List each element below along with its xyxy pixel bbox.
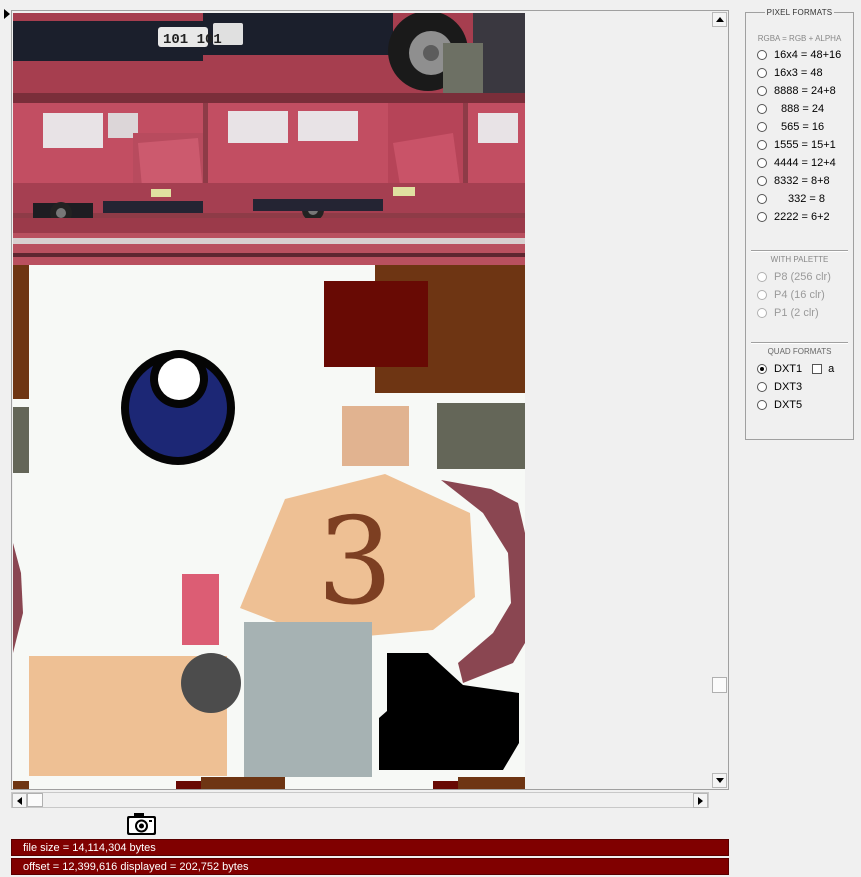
format-565[interactable]: 565 = 16	[757, 119, 824, 135]
rgba-caption: RGBA = RGB + ALPHA	[757, 34, 842, 43]
radio-icon	[757, 272, 767, 282]
format-2222[interactable]: 2222 = 6+2	[757, 209, 830, 225]
radio-icon	[757, 176, 767, 186]
format-888[interactable]: 888 = 24	[757, 101, 824, 117]
radio-selected-icon	[757, 364, 767, 374]
radio-icon	[757, 194, 767, 204]
format-1555[interactable]: 1555 = 15+1	[757, 137, 836, 153]
radio-icon	[757, 158, 767, 168]
format-332[interactable]: 332 = 8	[757, 191, 825, 207]
row-marker-icon	[4, 9, 10, 19]
horizontal-scrollbar[interactable]	[11, 792, 709, 808]
radio-icon	[757, 122, 767, 132]
palette-title: WITH PALETTE	[770, 255, 829, 264]
plate-text: 101 101	[163, 32, 222, 48]
radio-icon	[757, 382, 767, 392]
alpha-checkbox[interactable]	[812, 364, 823, 374]
format-panel: PIXEL FORMATS RGBA = RGB + ALPHA 16x4 = …	[745, 8, 854, 440]
arrow-right-icon	[698, 796, 703, 805]
format-4444[interactable]: 4444 = 12+4	[757, 155, 836, 171]
vertical-scroll-thumb[interactable]	[712, 677, 727, 693]
format-p1[interactable]: P1 (2 clr)	[757, 305, 819, 321]
format-p8[interactable]: P8 (256 clr)	[757, 269, 831, 285]
scroll-up-button[interactable]	[712, 12, 727, 27]
format-8888[interactable]: 8888 = 24+8	[757, 83, 836, 99]
scroll-down-button[interactable]	[712, 773, 727, 788]
arrow-up-icon	[715, 17, 724, 22]
radio-icon	[757, 68, 767, 78]
separator	[751, 250, 848, 252]
vertical-scrollbar[interactable]	[712, 12, 728, 788]
radio-icon	[757, 50, 767, 60]
format-dxt1[interactable]: DXT1 a	[757, 361, 834, 377]
scroll-left-button[interactable]	[12, 793, 27, 808]
car-texture-strip: 101 101	[13, 13, 525, 265]
radio-icon	[757, 212, 767, 222]
file-size-status: file size = 14,114,304 bytes	[11, 839, 729, 856]
texture-preview: 101 101 3	[13, 13, 525, 789]
scroll-right-button[interactable]	[693, 793, 708, 808]
radio-icon	[757, 290, 767, 300]
format-8332[interactable]: 8332 = 8+8	[757, 173, 830, 189]
format-16x3[interactable]: 16x3 = 48	[757, 65, 823, 81]
format-p4[interactable]: P4 (16 clr)	[757, 287, 825, 303]
pixel-formats-title: PIXEL FORMATS	[764, 8, 835, 17]
format-dxt3[interactable]: DXT3	[757, 379, 802, 395]
number-three: 3	[317, 493, 393, 632]
arrow-down-icon	[715, 778, 724, 783]
radio-icon	[757, 308, 767, 318]
radio-icon	[757, 86, 767, 96]
radio-icon	[757, 104, 767, 114]
arrow-left-icon	[17, 796, 22, 805]
radio-icon	[757, 400, 767, 410]
radio-icon	[757, 140, 767, 150]
offset-status: offset = 12,399,616 displayed = 202,752 …	[11, 858, 729, 875]
format-16x4[interactable]: 16x4 = 48+16	[757, 47, 841, 63]
format-dxt5[interactable]: DXT5	[757, 397, 802, 413]
alpha-checkbox-label: a	[828, 363, 835, 375]
horizontal-scroll-thumb[interactable]	[27, 793, 43, 807]
separator	[751, 342, 848, 344]
camera-icon[interactable]	[126, 812, 157, 836]
quad-formats-title: QUAD FORMATS	[767, 347, 832, 356]
